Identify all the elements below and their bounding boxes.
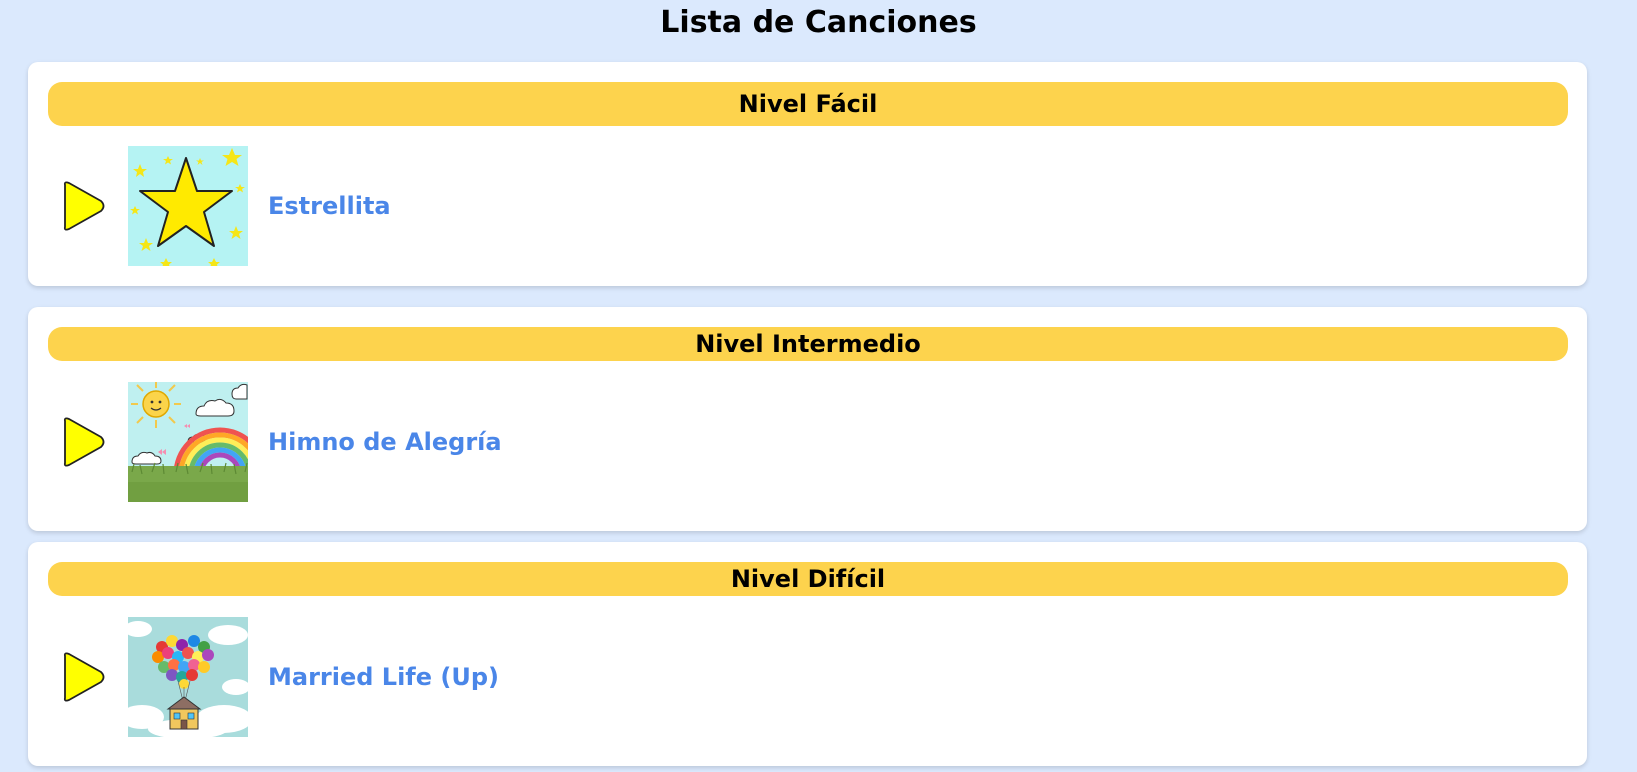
play-icon[interactable] [60,415,106,469]
song-title[interactable]: Estrellita [268,146,391,266]
level-header: Nivel Intermedio [48,327,1568,361]
song-row[interactable]: Himno de Alegría [48,382,1568,502]
level-card-hard: Nivel Difícil Married Life (Up) [28,542,1587,766]
song-title[interactable]: Married Life (Up) [268,617,499,737]
play-icon[interactable] [60,650,106,704]
song-row[interactable]: Estrellita [48,146,1568,266]
song-title[interactable]: Himno de Alegría [268,382,502,502]
level-header: Nivel Fácil [48,82,1568,126]
sun-rainbow-thumbnail [128,382,248,502]
balloon-house-thumbnail [128,617,248,737]
level-card-intermediate: Nivel Intermedio Himno de Alegría [28,307,1587,531]
page-title: Lista de Canciones [660,5,977,40]
star-thumbnail [128,146,248,266]
song-row[interactable]: Married Life (Up) [48,617,1568,737]
level-header: Nivel Difícil [48,562,1568,596]
play-icon[interactable] [60,179,106,233]
level-card-easy: Nivel Fácil Estrellita [28,62,1587,286]
